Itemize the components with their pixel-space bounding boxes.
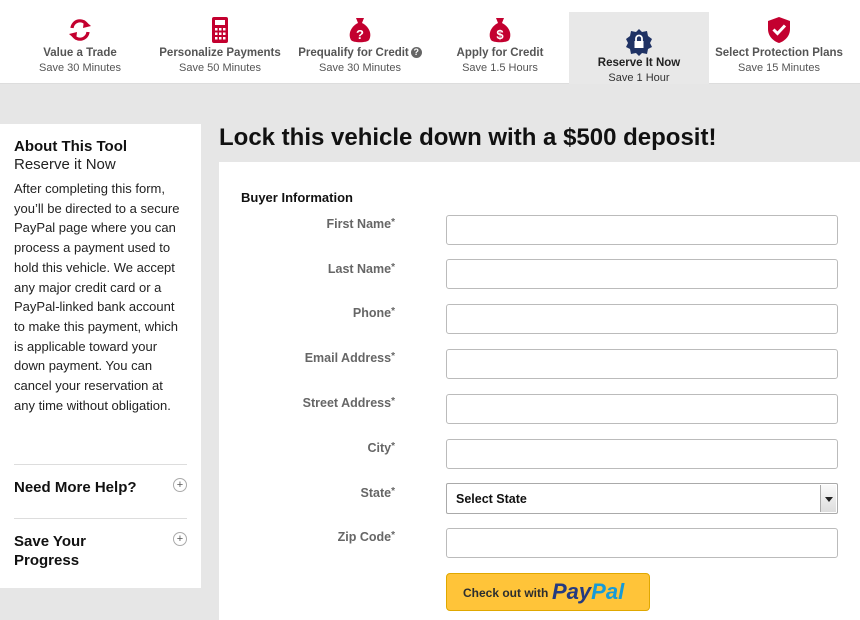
state-select-value: Select State: [456, 492, 527, 506]
step-prequalify-credit[interactable]: ? Prequalify for Credit? Save 30 Minutes: [290, 12, 430, 84]
step-time: Save 30 Minutes: [319, 62, 401, 74]
money-bag-question-icon: ?: [349, 18, 371, 43]
step-label: Apply for Credit: [456, 47, 544, 59]
progress-steps: Value a Trade Save 30 Minutes Personaliz…: [0, 0, 860, 84]
need-more-help-title: Need More Help?: [14, 479, 137, 496]
city-input[interactable]: [446, 439, 838, 469]
state-label: State*: [360, 486, 395, 500]
phone-input[interactable]: [446, 304, 838, 334]
money-bag-dollar-icon: $: [489, 18, 511, 43]
zip-code-input[interactable]: [446, 528, 838, 558]
step-personalize-payments[interactable]: Personalize Payments Save 50 Minutes: [140, 12, 300, 84]
email-label: Email Address*: [304, 351, 395, 365]
need-more-help-section[interactable]: Need More Help? +: [14, 464, 187, 518]
step-label: Prequalify for Credit?: [290, 47, 430, 59]
step-label: Select Protection Plans: [715, 47, 843, 59]
email-input[interactable]: [446, 349, 838, 379]
step-apply-credit[interactable]: $ Apply for Credit Save 1.5 Hours: [430, 12, 570, 84]
first-name-label: First Name*: [326, 217, 395, 231]
svg-text:?: ?: [356, 27, 364, 42]
paypal-button-prefix: Check out with: [463, 586, 549, 600]
about-sidebar: About This Tool Reserve it Now After com…: [0, 124, 201, 588]
street-address-input[interactable]: [446, 394, 838, 424]
step-label: Value a Trade: [43, 47, 117, 59]
refresh-icon: [69, 19, 91, 41]
section-heading: Buyer Information: [241, 190, 353, 205]
first-name-input[interactable]: [446, 215, 838, 245]
info-icon[interactable]: ?: [410, 47, 422, 58]
save-progress-title: Save Your Progress: [14, 533, 86, 569]
sidebar-description: After completing this form, you’ll be di…: [14, 181, 180, 413]
page-title: Lock this vehicle down with a $500 depos…: [219, 124, 717, 151]
last-name-input[interactable]: [446, 259, 838, 289]
shield-check-icon: [768, 17, 790, 43]
step-value-trade[interactable]: Value a Trade Save 30 Minutes: [0, 12, 160, 84]
calculator-icon: [212, 17, 228, 43]
paypal-checkout-button[interactable]: Check out with PayPal: [446, 573, 650, 611]
step-time: Save 50 Minutes: [179, 62, 261, 74]
step-time: Save 15 Minutes: [738, 62, 820, 74]
buyer-form: Buyer Information First Name* Last Name*…: [219, 162, 860, 620]
last-name-label: Last Name*: [327, 262, 395, 276]
sidebar-title: About This Tool: [14, 138, 128, 155]
step-time: Save 1.5 Hours: [462, 62, 538, 74]
lock-badge-icon: [626, 29, 652, 56]
dropdown-arrow-icon[interactable]: [820, 485, 836, 512]
street-address-label: Street Address*: [302, 396, 395, 410]
expand-plus-icon[interactable]: +: [173, 532, 187, 546]
step-protection-plans[interactable]: Select Protection Plans Save 15 Minutes: [709, 12, 849, 84]
step-reserve-it-now[interactable]: Reserve It Now Save 1 Hour: [569, 12, 709, 84]
paypal-logo: PayPal: [552, 579, 625, 604]
svg-text:$: $: [496, 27, 504, 42]
sidebar-subtitle: Reserve it Now: [14, 156, 116, 173]
city-label: City*: [367, 441, 395, 455]
save-progress-section[interactable]: Save Your Progress +: [14, 518, 187, 578]
state-select[interactable]: Select State: [446, 483, 838, 514]
expand-plus-icon[interactable]: +: [173, 478, 187, 492]
step-label: Personalize Payments: [159, 47, 281, 59]
zip-code-label: Zip Code*: [337, 530, 395, 544]
step-time: Save 30 Minutes: [39, 62, 121, 74]
phone-label: Phone*: [352, 306, 395, 320]
step-label: Reserve It Now: [597, 57, 681, 69]
step-time: Save 1 Hour: [608, 72, 670, 84]
